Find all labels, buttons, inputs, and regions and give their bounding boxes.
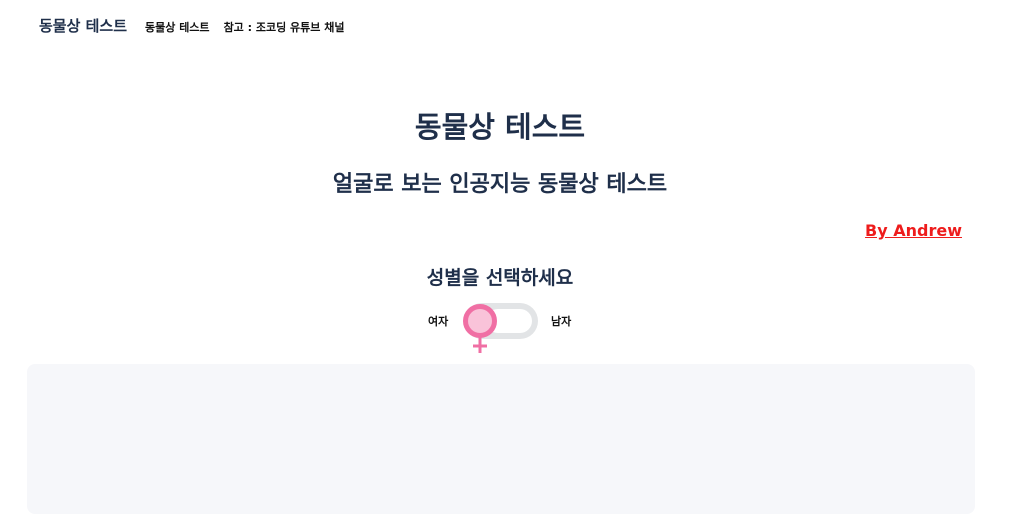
female-symbol-icon[interactable] — [462, 303, 498, 355]
image-upload-panel[interactable] — [27, 364, 975, 514]
gender-label-male: 남자 — [551, 315, 572, 328]
gender-label-female: 여자 — [428, 315, 449, 328]
nav-links: 동물상 테스트 참고 : 조코딩 유튜브 채널 — [145, 19, 344, 35]
page-title: 동물상 테스트 — [414, 110, 586, 144]
navbar: 동물상 테스트 동물상 테스트 참고 : 조코딩 유튜브 채널 — [0, 0, 1024, 54]
author-link[interactable]: By Andrew — [865, 221, 962, 240]
navbar-brand[interactable]: 동물상 테스트 — [39, 15, 127, 36]
gender-prompt: 성별을 선택하세요 — [426, 267, 574, 289]
nav-link-reference-youtube[interactable]: 참고 : 조코딩 유튜브 채널 — [224, 19, 345, 35]
nav-link-animal-test[interactable]: 동물상 테스트 — [145, 19, 210, 35]
page-subtitle: 얼굴로 보는 인공지능 동물상 테스트 — [332, 172, 668, 197]
